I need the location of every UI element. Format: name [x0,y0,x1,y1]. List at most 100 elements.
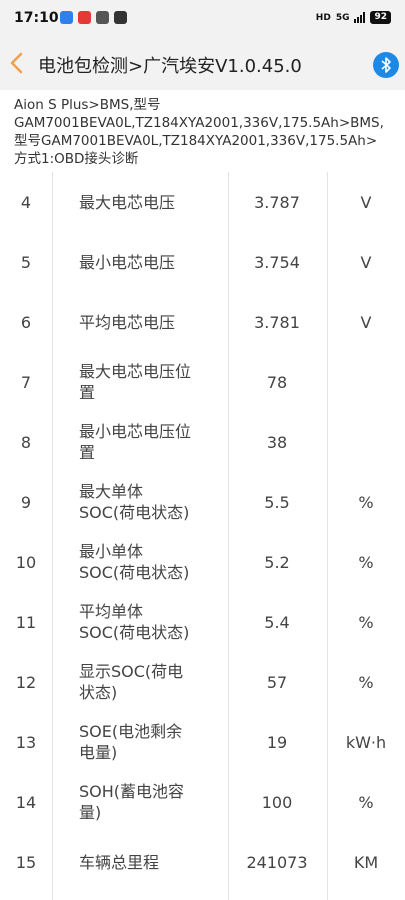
row-number: 7 [20,372,32,392]
row-value: 5.2 [264,552,290,572]
table-row: 8 最小电芯电压位置 38 [0,412,405,472]
row-number: 14 [15,792,37,812]
bluetooth-button[interactable] [373,52,399,78]
row-value: 3.754 [254,252,300,272]
row-value: 19 [266,732,288,752]
signal-icon [354,12,366,23]
status-time: 17:10 [14,10,59,26]
row-name: 车辆总里程 [79,832,229,892]
vehicle-info: Aion S Plus>BMS,型号 GAM7001BEVA0L,TZ184XY… [14,96,399,168]
row-number: 4 [20,192,32,212]
row-name-line: 最小单体 [79,542,144,561]
info-line: 型号GAM7001BEVA0L,TZ184XYA2001,336V,175.5A… [14,133,378,149]
row-value: 57 [266,672,288,692]
table-row: 5 最小电芯电压 3.754 V [0,232,405,292]
row-name: 显示SOC(荷电 状态) [79,652,229,712]
row-number: 10 [15,552,37,572]
row-value: 38 [266,432,288,452]
row-name-line: 最大单体 [79,482,144,501]
row-value: 100 [261,792,293,812]
table-row: 12 显示SOC(荷电 状态) 57% [0,652,405,712]
row-value: 3.781 [254,312,300,332]
row-name-line: SOE(电池剩余 [79,722,183,741]
row-name-line: SOC(荷电状态) [79,623,190,642]
row-name: 最大单体 SOC(荷电状态) [79,472,229,532]
row-name-line: 显示SOC(荷电 [79,662,184,681]
row-unit: % [358,672,374,692]
page-title: 电池包检测>广汽埃安V1.0.45.0 [38,56,302,77]
row-name: 平均电芯电压 [79,292,229,352]
info-line: 方式1:OBD接头诊断 [14,151,139,167]
row-number: 15 [15,852,37,872]
row-unit [327,352,405,412]
table-row: 13 SOE(电池剩余 电量) 19 kW·h [0,712,405,772]
row-unit: % [358,492,374,512]
row-name-line: 平均单体 [79,602,144,621]
row-name-line: 置 [79,443,96,462]
table-row: 10 最小单体 SOC(荷电状态) 5.2% [0,532,405,592]
row-unit: kW·h [345,732,387,752]
row-unit [327,412,405,472]
row-number: 11 [15,612,37,632]
row-unit: V [360,252,372,272]
row-value: 5.5 [264,492,290,512]
row-name-line: 状态) [79,683,118,702]
table-row: 11 平均单体 SOC(荷电状态) 5.4% [0,592,405,652]
row-name-line: 最大电芯电压 [79,192,176,212]
chevron-left-icon[interactable] [6,51,28,75]
row-unit: % [358,552,374,572]
row-number: 8 [20,432,32,452]
row-value: 5.4 [264,612,290,632]
table-row: 6 平均电芯电压 3.781 V [0,292,405,352]
app-header: 电池包检测>广汽埃安V1.0.45.0 [0,36,405,90]
network-label: 5G [335,12,350,23]
row-name: 最大电芯电压位置 [79,352,229,412]
mail-icon [114,11,127,24]
row-unit: KM [353,852,379,872]
table-row: 7 最大电芯电压位置 78 [0,352,405,412]
shield-icon [96,11,109,24]
row-unit: V [360,312,372,332]
row-name-line: 车辆总里程 [79,852,160,872]
table-row: 9 最大单体 SOC(荷电状态) 5.5% [0,472,405,532]
telegram-icon [60,11,73,24]
info-line: GAM7001BEVA0L,TZ184XYA2001,336V,175.5Ah>… [14,115,384,131]
row-name-line: SOC(荷电状态) [79,503,190,522]
row-value: 241073 [246,852,308,872]
row-name-line: SOC(荷电状态) [79,563,190,582]
row-name-line: 最大电芯电压位 [79,362,192,381]
row-number: 5 [20,252,32,272]
row-name-line: 最小电芯电压位 [79,422,192,441]
row-unit: % [358,612,374,632]
status-bar: 17:10 HD 5G 92 [0,0,405,36]
hd-label: HD [315,12,331,23]
row-name: 最小单体 SOC(荷电状态) [79,532,229,592]
row-name: 平均单体 SOC(荷电状态) [79,592,229,652]
status-right: HD 5G 92 [316,11,391,24]
row-name: 最小电芯电压位置 [79,412,229,472]
notification-icons [60,11,127,24]
row-number: 13 [15,732,37,752]
row-name-line: 平均电芯电压 [79,312,176,332]
info-line: Aion S Plus>BMS,型号 [14,97,161,113]
row-value: 78 [266,372,288,392]
row-number: 12 [15,672,37,692]
row-name-line: 量) [79,803,102,822]
row-name: SOH(蓄电池容 量) [79,772,229,832]
app-notification-icon [78,11,91,24]
table-row: 4 最大电芯电压 3.787 V [0,172,405,232]
row-name: 最大电芯电压 [79,172,229,232]
row-name: SOE(电池剩余 电量) [79,712,229,772]
row-unit: V [360,192,372,212]
row-number: 6 [20,312,32,332]
row-name-line: 置 [79,383,96,402]
row-name-line: SOH(蓄电池容 [79,782,185,801]
battery-level: 92 [370,11,391,24]
table-row: 14 SOH(蓄电池容 量) 100% [0,772,405,832]
row-number: 9 [20,492,32,512]
table-row: 15 车辆总里程 241073 KM [0,832,405,892]
row-name-line: 电量) [79,743,118,762]
row-unit: % [358,792,374,812]
row-name-line: 最小电芯电压 [79,252,176,272]
bluetooth-icon [381,57,391,73]
